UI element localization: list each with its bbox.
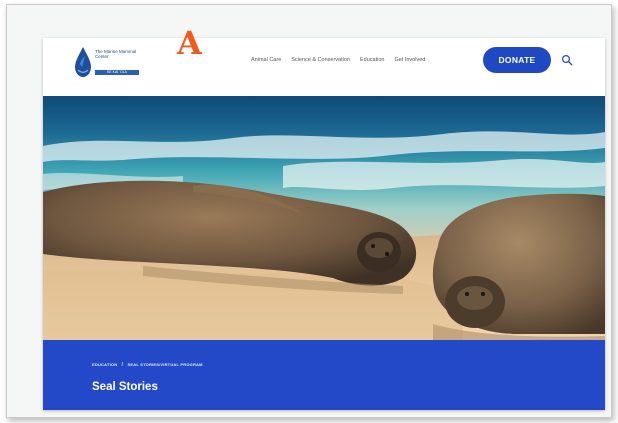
annotation-marker: A	[177, 24, 202, 62]
screenshot-frame: The Marine Mammal Center KE KAI ʻOLA Ani…	[6, 4, 612, 418]
breadcrumb-item-education[interactable]: EDUCATION	[92, 362, 117, 367]
web-page: The Marine Mammal Center KE KAI ʻOLA Ani…	[43, 38, 605, 410]
main-nav: Animal Care Science & Conservation Educa…	[251, 56, 425, 64]
nav-item-education[interactable]: Education	[360, 56, 384, 64]
site-header: The Marine Mammal Center KE KAI ʻOLA Ani…	[43, 38, 605, 96]
search-icon[interactable]	[561, 54, 573, 66]
page-title: Seal Stories	[92, 381, 158, 393]
nav-item-science-conservation[interactable]: Science & Conservation	[291, 56, 350, 64]
donate-button[interactable]: DONATE	[483, 47, 551, 73]
site-logo[interactable]: The Marine Mammal Center KE KAI ʻOLA	[73, 46, 153, 80]
page-title-banner: EDUCATION / SEAL STORIES/VIRTUAL PROGRAM…	[43, 340, 605, 410]
nav-item-get-involved[interactable]: Get Involved	[394, 56, 425, 64]
breadcrumb: EDUCATION / SEAL STORIES/VIRTUAL PROGRAM	[92, 362, 203, 368]
water-drop-icon	[75, 47, 91, 77]
breadcrumb-item-current: SEAL STORIES/VIRTUAL PROGRAM	[127, 362, 203, 367]
breadcrumb-separator: /	[121, 362, 124, 368]
hero-image	[43, 96, 605, 340]
logo-text: The Marine Mammal Center	[95, 49, 137, 60]
nav-item-animal-care[interactable]: Animal Care	[251, 56, 281, 64]
logo-subtext: KE KAI ʻOLA	[95, 70, 139, 75]
